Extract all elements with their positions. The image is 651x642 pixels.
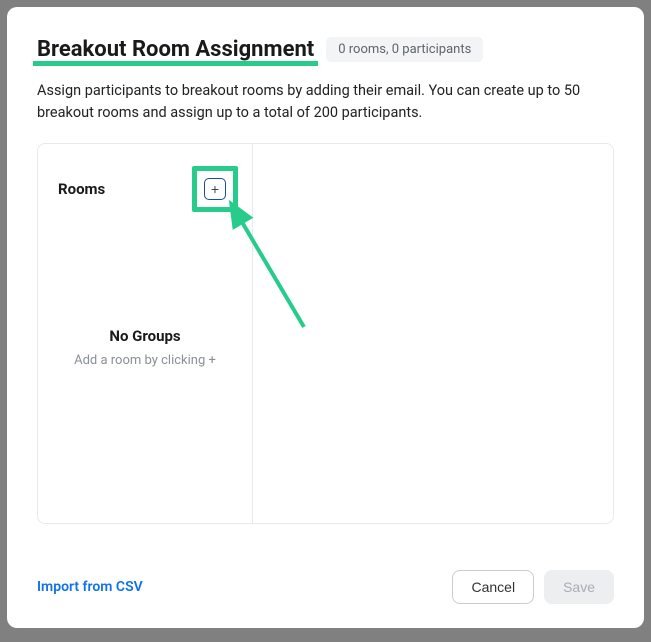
plus-icon: + <box>211 180 219 198</box>
rooms-sidebar: Rooms + No Groups Add a room by clicking… <box>38 144 253 523</box>
footer-buttons: Cancel Save <box>452 570 614 604</box>
modal-header: Breakout Room Assignment 0 rooms, 0 part… <box>37 37 614 62</box>
add-room-button[interactable]: + <box>204 178 226 200</box>
save-button[interactable]: Save <box>544 570 614 604</box>
title-wrap: Breakout Room Assignment <box>37 37 314 62</box>
rooms-panel: Rooms + No Groups Add a room by clicking… <box>37 143 614 524</box>
rooms-header: Rooms + <box>38 144 252 212</box>
rooms-label: Rooms <box>58 180 105 198</box>
modal-title: Breakout Room Assignment <box>37 37 314 62</box>
status-badge: 0 rooms, 0 participants <box>326 37 483 62</box>
cancel-button[interactable]: Cancel <box>452 570 534 604</box>
import-csv-link[interactable]: Import from CSV <box>37 579 143 595</box>
add-room-highlight-wrap: + <box>192 166 238 212</box>
rooms-content <box>253 144 613 523</box>
breakout-room-modal: Breakout Room Assignment 0 rooms, 0 part… <box>7 7 644 628</box>
empty-state-subtitle: Add a room by clicking + <box>38 353 252 368</box>
empty-state: No Groups Add a room by clicking + <box>38 212 252 368</box>
empty-state-title: No Groups <box>38 327 252 345</box>
modal-description: Assign participants to breakout rooms by… <box>37 80 614 125</box>
modal-footer: Import from CSV Cancel Save <box>37 548 614 604</box>
